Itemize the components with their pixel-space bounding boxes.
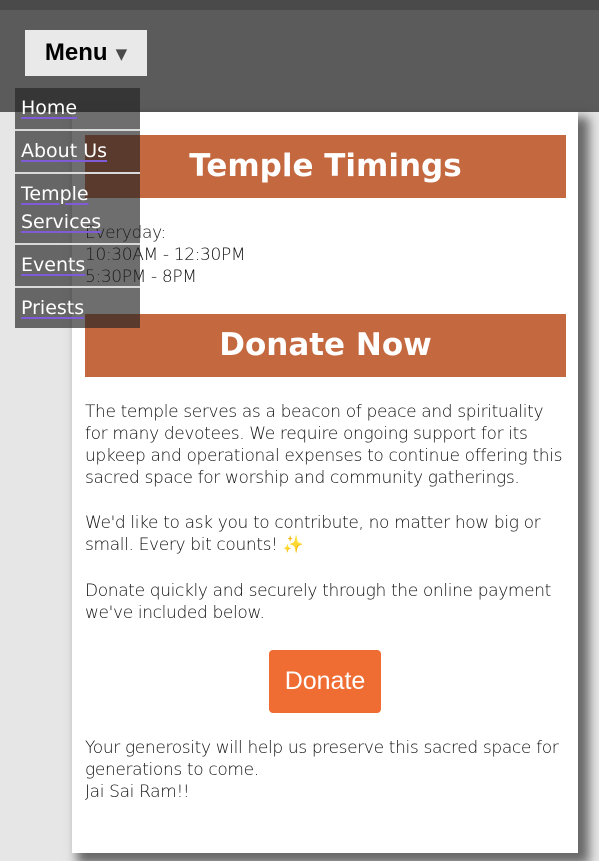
donate-paragraph-1: The temple serves as a beacon of peace a… <box>85 402 563 488</box>
caret-down-icon: ▼ <box>115 44 128 63</box>
menu-button[interactable]: Menu ▼ <box>25 30 147 76</box>
timings-evening: 5:30PM - 8PM <box>85 267 197 287</box>
nav-item-events[interactable]: Events <box>15 245 140 286</box>
donate-now-heading: Donate Now <box>85 314 566 377</box>
nav-link-home[interactable]: Home <box>21 97 77 119</box>
nav-link-events[interactable]: Events <box>21 254 85 276</box>
timings-day-label: Everyday: <box>85 222 570 244</box>
donate-paragraph-3: Donate quickly and securely through the … <box>85 581 551 623</box>
nav-item-temple-services[interactable]: Temple Services <box>15 174 140 243</box>
top-bar-edge <box>0 0 599 10</box>
donate-button[interactable]: Donate <box>269 650 381 713</box>
closing-line-1: Your generosity will help us preserve th… <box>85 738 559 780</box>
nav-item-about-us[interactable]: About Us <box>15 131 140 172</box>
menu-button-label: Menu <box>44 39 108 66</box>
temple-timings-heading: Temple Timings <box>85 135 566 198</box>
nav-item-home[interactable]: Home <box>15 88 140 130</box>
timings-morning: 10:30AM - 12:30PM <box>85 245 246 265</box>
timings-schedule: Everyday: 10:30AM - 12:30PM 5:30PM - 8PM <box>85 222 570 288</box>
nav-link-about-us[interactable]: About Us <box>21 140 107 162</box>
donate-paragraph-2-text: We'd like to ask you to contribute, no m… <box>85 513 541 555</box>
sparkles-icon: ✨ <box>282 535 304 555</box>
closing-line-2: Jai Sai Ram!! <box>85 782 190 802</box>
donate-paragraph-2: We'd like to ask you to contribute, no m… <box>85 512 570 556</box>
nav-item-priests[interactable]: Priests <box>15 288 140 328</box>
nav-link-temple-services[interactable]: Temple Services <box>21 183 101 233</box>
nav-link-priests[interactable]: Priests <box>21 297 84 319</box>
closing-text: Your generosity will help us preserve th… <box>85 737 570 803</box>
